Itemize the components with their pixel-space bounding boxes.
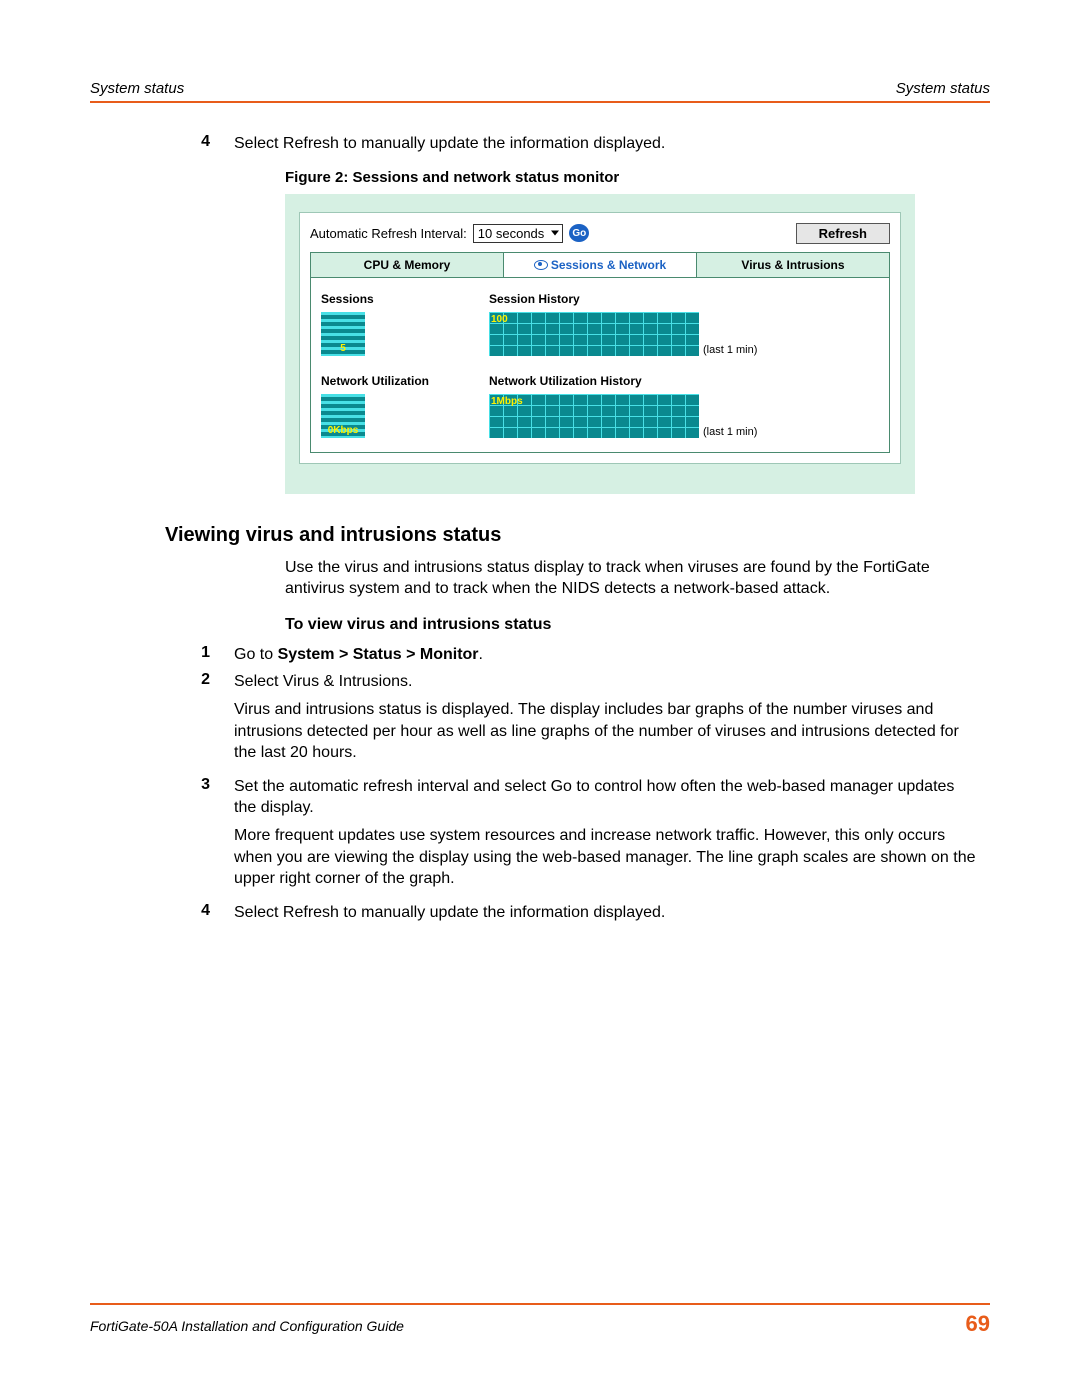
session-history-last: (last 1 min) [703,344,757,356]
step-number: 1 [165,644,234,666]
footer-title: FortiGate-50A Installation and Configura… [90,1318,404,1334]
charts-area: Sessions 5 Session History 100 [310,278,890,453]
page-number: 69 [966,1311,990,1337]
step-4-top: 4 Select Refresh to manually update the … [165,133,990,155]
refresh-interval-select[interactable]: 10 seconds [473,224,564,243]
step1-path: System > Status > Monitor [278,646,479,663]
refresh-controls: Automatic Refresh Interval: 10 seconds G… [310,223,890,244]
netutil-history-title: Network Utilization History [489,374,757,388]
tab-sessions-label: Sessions & Network [551,258,666,272]
session-history-title: Session History [489,292,757,306]
step-text: Select Virus & Intrusions. Virus and int… [234,671,990,769]
netutil-history-chart: 1Mbps [489,394,699,438]
header-divider [90,101,990,103]
step-number: 2 [165,671,234,769]
netutil-row: Network Utilization 0Kbps Network Utiliz… [321,374,879,438]
netutil-history-scale: 1Mbps [491,396,523,407]
go-button[interactable]: Go [569,224,589,242]
step-number: 4 [165,902,234,924]
sessions-row: Sessions 5 Session History 100 [321,292,879,356]
step3-line2: More frequent updates use system resourc… [234,825,980,890]
footer-divider [90,1303,990,1305]
step3-line1: Set the automatic refresh interval and s… [234,776,980,819]
step-text: Select Refresh to manually update the in… [234,133,990,155]
section-heading: Viewing virus and intrusions status [165,524,990,547]
refresh-interval-label: Automatic Refresh Interval: [310,226,467,241]
intro-paragraph: Use the virus and intrusions status disp… [285,557,990,600]
netutil-title: Network Utilization [321,374,471,388]
step1-pre: Go to [234,646,278,663]
tab-sessions-network[interactable]: Sessions & Network [504,253,697,277]
page-footer: FortiGate-50A Installation and Configura… [90,1303,990,1337]
step-number: 4 [165,133,234,155]
netutil-gauge: 0Kbps [321,394,365,438]
session-history-scale: 100 [491,314,508,325]
step-3: 3 Set the automatic refresh interval and… [165,776,990,896]
monitor-tabs: CPU & Memory Sessions & Network Virus & … [310,252,890,278]
figure-caption: Figure 2: Sessions and network status mo… [285,169,990,186]
procedure-heading: To view virus and intrusions status [285,616,990,634]
header-left: System status [90,80,184,97]
header-right: System status [896,80,990,97]
netutil-value: 0Kbps [321,425,365,436]
figure-sessions-network: Automatic Refresh Interval: 10 seconds G… [285,194,915,494]
monitor-panel: Automatic Refresh Interval: 10 seconds G… [299,212,901,464]
netutil-history-last: (last 1 min) [703,426,757,438]
step-text: Set the automatic refresh interval and s… [234,776,990,896]
step-text: Go to System > Status > Monitor. [234,644,990,666]
step1-post: . [479,646,483,663]
step2-line2: Virus and intrusions status is displayed… [234,699,980,764]
step-text: Select Refresh to manually update the in… [234,902,990,924]
session-history-chart: 100 [489,312,699,356]
sessions-value: 5 [321,343,365,354]
tab-virus-intrusions[interactable]: Virus & Intrusions [697,253,889,277]
refresh-button[interactable]: Refresh [796,223,890,244]
eye-icon [534,260,548,270]
step-1: 1 Go to System > Status > Monitor. [165,644,990,666]
step-number: 3 [165,776,234,896]
step-4: 4 Select Refresh to manually update the … [165,902,990,924]
page-header: System status System status [90,80,990,97]
sessions-gauge: 5 [321,312,365,356]
step2-line1: Select Virus & Intrusions. [234,671,980,693]
sessions-title: Sessions [321,292,471,306]
step-2: 2 Select Virus & Intrusions. Virus and i… [165,671,990,769]
tab-cpu-memory[interactable]: CPU & Memory [311,253,504,277]
